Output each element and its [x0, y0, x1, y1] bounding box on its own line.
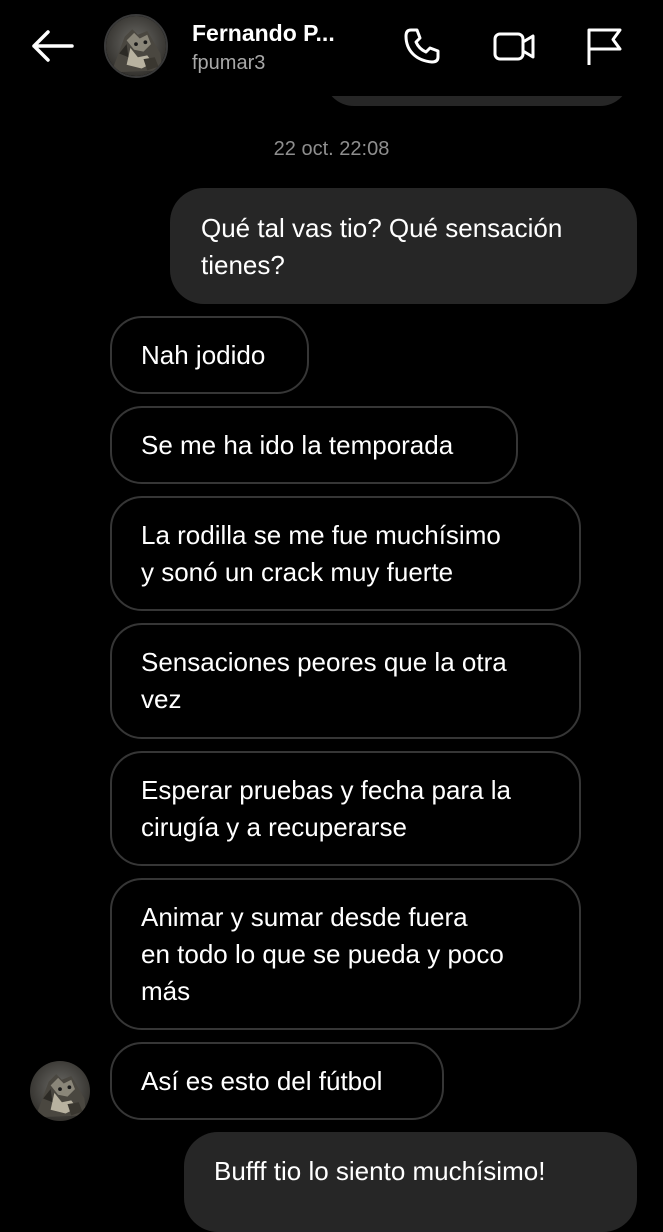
message-line: más	[141, 976, 191, 1006]
avatar-photo	[30, 1061, 90, 1121]
video-camera-icon	[493, 32, 535, 61]
incoming-message[interactable]: Esperar pruebas y fecha para la cirugía …	[110, 751, 581, 866]
profile-avatar[interactable]	[104, 14, 168, 78]
incoming-message[interactable]: Nah jodido	[110, 316, 309, 394]
message-line: Así es esto del fútbol	[141, 1066, 383, 1096]
message-line: vez	[141, 684, 182, 714]
video-call-button[interactable]	[492, 24, 536, 68]
incoming-message[interactable]: Se me ha ido la temporada	[110, 406, 518, 484]
phone-icon	[404, 28, 440, 64]
report-button[interactable]	[582, 24, 626, 68]
message-line: Se me ha ido la temporada	[141, 430, 454, 460]
message-line: Qué tal vas tio? Qué sensación	[201, 213, 563, 243]
incoming-message[interactable]: La rodilla se me fue muchísimo y sonó un…	[110, 496, 581, 611]
arrow-left-icon	[32, 30, 74, 62]
message-line: Bufff tio lo siento muchísimo!	[214, 1156, 546, 1186]
message-line: Esperar pruebas y fecha para la	[141, 775, 511, 805]
avatar-photo	[106, 16, 166, 76]
contact-name[interactable]: Fernando P...	[192, 20, 335, 47]
call-button[interactable]	[400, 24, 444, 68]
outgoing-message[interactable]: Bufff tio lo siento muchísimo!	[184, 1132, 637, 1232]
message-timestamp: 22 oct. 22:08	[273, 138, 390, 160]
message-line: cirugía y a recuperarse	[141, 812, 407, 842]
contact-username[interactable]: fpumar3	[192, 52, 265, 75]
incoming-message[interactable]: Así es esto del fútbol	[110, 1042, 444, 1120]
chat-header: Fernando P... fpumar3	[0, 0, 663, 96]
message-line: en todo lo que se pueda y poco	[141, 939, 504, 969]
back-button[interactable]	[28, 26, 76, 66]
message-line: y sonó un crack muy fuerte	[141, 557, 454, 587]
message-line: La rodilla se me fue muchísimo	[141, 520, 501, 550]
sender-avatar[interactable]	[30, 1061, 90, 1121]
message-line: Nah jodido	[141, 340, 266, 370]
incoming-message[interactable]: Sensaciones peores que la otra vez	[110, 623, 581, 739]
outgoing-message[interactable]: Qué tal vas tio? Qué sensación tienes?	[170, 188, 637, 304]
message-line: Animar y sumar desde fuera	[141, 902, 468, 932]
incoming-message[interactable]: Animar y sumar desde fuera en todo lo qu…	[110, 878, 581, 1030]
flag-icon	[587, 28, 622, 65]
message-line: Sensaciones peores que la otra	[141, 647, 507, 677]
message-line: tienes?	[201, 250, 285, 280]
